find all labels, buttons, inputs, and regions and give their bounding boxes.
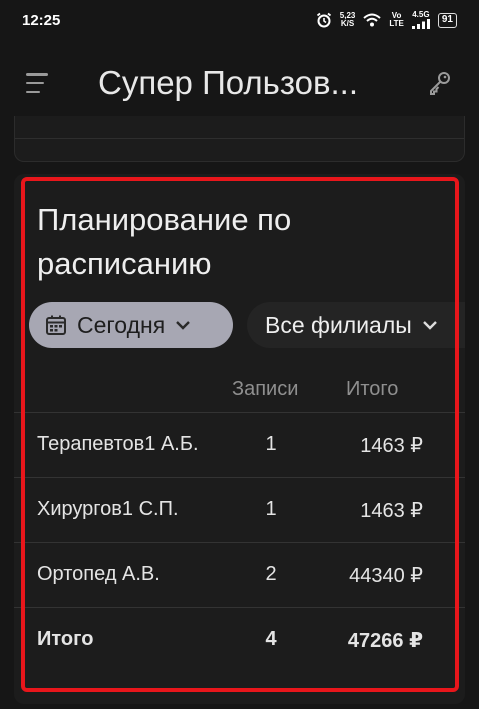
previous-card bbox=[14, 116, 465, 162]
row-name: Хирургов1 С.П. bbox=[37, 498, 179, 520]
net-speed: 5,23 K/S bbox=[340, 12, 356, 28]
row-total: 1463 ₽ bbox=[360, 500, 423, 522]
network-indicator: 4.5G bbox=[411, 10, 430, 29]
network-type: 4.5G bbox=[412, 10, 430, 19]
branch-filter-label: Все филиалы bbox=[265, 311, 412, 338]
date-filter-label: Сегодня bbox=[77, 311, 166, 338]
row-name: Ортопед А.В. bbox=[37, 563, 160, 585]
row-count: 1 bbox=[265, 433, 277, 455]
row-count: 2 bbox=[265, 563, 277, 585]
table-row: Ортопед А.В. 2 44340 ₽ bbox=[14, 542, 465, 607]
divider bbox=[15, 138, 464, 139]
status-bar: 12:25 5,23 K/S Vo LTE 4.5G 91 bbox=[0, 0, 479, 40]
summary-total: 47266 ₽ bbox=[347, 630, 423, 652]
chevron-down-icon bbox=[422, 321, 437, 330]
volte-bottom: LTE bbox=[389, 19, 404, 28]
column-header-total: Итого bbox=[346, 378, 399, 400]
net-speed-unit: K/S bbox=[340, 19, 355, 28]
row-total: 44340 ₽ bbox=[349, 565, 423, 587]
summary-count: 4 bbox=[265, 628, 277, 650]
summary-name: Итого bbox=[37, 628, 94, 650]
calendar-icon bbox=[46, 315, 66, 335]
menu-icon[interactable] bbox=[26, 73, 50, 93]
table-row: Хирургов1 С.П. 1 1463 ₽ bbox=[14, 477, 465, 542]
status-time: 12:25 bbox=[22, 11, 61, 29]
wifi-icon bbox=[363, 13, 382, 27]
volte-indicator: Vo LTE bbox=[389, 12, 404, 28]
battery-indicator: 91 bbox=[437, 12, 457, 28]
card-title: Планирование по расписанию bbox=[37, 202, 292, 281]
app-title: Супер Пользов... bbox=[98, 64, 359, 101]
signal-icon bbox=[411, 19, 430, 29]
table-row: Терапевтов1 А.Б. 1 1463 ₽ bbox=[14, 412, 465, 477]
row-count: 1 bbox=[265, 498, 277, 520]
alarm-icon bbox=[316, 12, 331, 28]
schedule-planning-card: Планирование по расписанию Сегодня Все ф… bbox=[14, 174, 465, 704]
branch-filter-chip[interactable]: Все филиалы bbox=[247, 302, 465, 348]
key-icon[interactable] bbox=[427, 70, 453, 96]
column-header-records: Записи bbox=[232, 378, 299, 400]
chevron-down-icon bbox=[176, 321, 191, 330]
row-total: 1463 ₽ bbox=[360, 435, 423, 457]
date-filter-chip[interactable]: Сегодня bbox=[29, 302, 233, 348]
summary-row: Итого 4 47266 ₽ bbox=[14, 607, 465, 672]
app-bar: Супер Пользов... bbox=[0, 40, 479, 126]
status-icons: 5,23 K/S Vo LTE 4.5G 91 bbox=[316, 11, 457, 29]
row-name: Терапевтов1 А.Б. bbox=[37, 433, 199, 455]
